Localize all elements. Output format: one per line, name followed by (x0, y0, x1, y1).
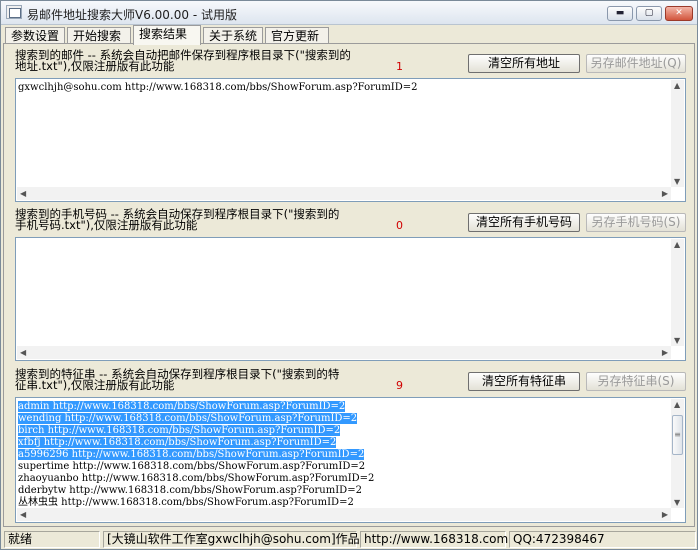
phone-label-line2: 手机号码.txt"),仅限注册版有此功能 (15, 218, 198, 232)
list-item[interactable]: birch http://www.168318.com/bbs/ShowForu… (18, 425, 374, 437)
list-item-text: xfbfj http://www.168318.com/bbs/ShowForu… (18, 437, 337, 448)
email-hscrollbar[interactable]: ◀ ▶ (17, 187, 671, 200)
feature-results-box[interactable]: admin http://www.168318.com/bbs/ShowForu… (15, 397, 686, 523)
scroll-left-icon[interactable]: ◀ (20, 348, 26, 357)
list-item[interactable]: supertime http://www.168318.com/bbs/Show… (18, 461, 374, 473)
email-vscrollbar[interactable]: ▲ ▼ (671, 80, 684, 187)
phone-count: 0 (396, 219, 403, 232)
feature-section-label: 搜索到的特征串 -- 系统会自动保存到程序根目录下("搜索到的特 征串.txt"… (15, 368, 339, 392)
scroll-right-icon[interactable]: ▶ (662, 189, 668, 198)
feature-count: 9 (396, 379, 403, 392)
scroll-down-icon[interactable]: ▼ (674, 336, 680, 345)
maximize-button[interactable]: ▢ (636, 6, 662, 21)
close-button[interactable]: ✕ (665, 6, 693, 21)
status-state: 就绪 (4, 531, 100, 548)
email-list: gxwclhjh@sohu.com http://www.168318.com/… (18, 82, 418, 94)
email-results-box[interactable]: gxwclhjh@sohu.com http://www.168318.com/… (15, 78, 686, 202)
feature-label-line2: 征串.txt"),仅限注册版有此功能 (15, 378, 175, 392)
list-item-text: wending http://www.168318.com/bbs/ShowFo… (18, 413, 358, 424)
email-label-line2: 地址.txt"),仅限注册版有此功能 (15, 59, 175, 73)
save-phones-button[interactable]: 另存手机号码(S) (586, 213, 686, 232)
list-item[interactable]: wending http://www.168318.com/bbs/ShowFo… (18, 413, 374, 425)
minimize-button[interactable]: ▬ (607, 6, 633, 21)
tab-official-update[interactable]: 官方更新 (265, 27, 329, 44)
status-bar: 就绪 [大镜山软件工作室gxwclhjh@sohu.com]作品 http://… (2, 529, 698, 550)
scroll-left-icon[interactable]: ◀ (20, 510, 26, 519)
feature-list: admin http://www.168318.com/bbs/ShowForu… (18, 401, 374, 509)
tab-start-search[interactable]: 开始搜索 (67, 27, 131, 44)
window-title: 易邮件地址搜索大师V6.00.00 - 试用版 (27, 8, 237, 22)
status-website[interactable]: http://www.168318.com (360, 531, 508, 548)
list-item[interactable]: a5996296 http://www.168318.com/bbs/ShowF… (18, 449, 374, 461)
tab-bar: 参数设置 开始搜索 搜索结果 关于系统 官方更新 (3, 25, 697, 45)
phone-hscrollbar[interactable]: ◀ ▶ (17, 346, 671, 359)
list-item[interactable]: dderbytw http://www.168318.com/bbs/ShowF… (18, 485, 374, 497)
scroll-right-icon[interactable]: ▶ (662, 348, 668, 357)
save-features-button[interactable]: 另存特征串(S) (586, 372, 686, 391)
search-results-panel: 搜索到的邮件 -- 系统会自动把邮件保存到程序根目录下("搜索到的 地址.txt… (3, 43, 695, 527)
scroll-up-icon[interactable]: ▲ (674, 400, 680, 409)
title-bar[interactable]: 易邮件地址搜索大师V6.00.00 - 试用版 ▬ ▢ ✕ (1, 1, 697, 25)
status-author: [大镜山软件工作室gxwclhjh@sohu.com]作品 (103, 531, 360, 548)
phone-section-label: 搜索到的手机号码 -- 系统会自动保存到程序根目录下("搜索到的 手机号码.tx… (15, 208, 339, 232)
phone-vscrollbar[interactable]: ▲ ▼ (671, 239, 684, 346)
clear-emails-button[interactable]: 清空所有地址 (468, 54, 580, 73)
list-item-text: supertime http://www.168318.com/bbs/Show… (18, 461, 366, 472)
list-item-text: 丛林虫虫 http://www.168318.com/bbs/ShowForum… (18, 497, 354, 508)
app-icon (6, 5, 22, 19)
email-count: 1 (396, 60, 403, 73)
list-item[interactable]: admin http://www.168318.com/bbs/ShowForu… (18, 401, 374, 413)
feature-vscrollbar[interactable]: ▲ ≡ ▼ (671, 399, 684, 508)
scroll-up-icon[interactable]: ▲ (674, 81, 680, 90)
clear-features-button[interactable]: 清空所有特征串 (468, 372, 580, 391)
tab-parameters[interactable]: 参数设置 (5, 27, 65, 44)
scroll-right-icon[interactable]: ▶ (662, 510, 668, 519)
save-emails-button[interactable]: 另存邮件地址(Q) (586, 54, 686, 73)
list-item-text: birch http://www.168318.com/bbs/ShowForu… (18, 425, 341, 436)
tab-about[interactable]: 关于系统 (203, 27, 263, 44)
list-item-text: gxwclhjh@sohu.com http://www.168318.com/… (18, 82, 418, 93)
scroll-left-icon[interactable]: ◀ (20, 189, 26, 198)
list-item-text: a5996296 http://www.168318.com/bbs/ShowF… (18, 449, 365, 460)
email-section-label: 搜索到的邮件 -- 系统会自动把邮件保存到程序根目录下("搜索到的 地址.txt… (15, 49, 351, 73)
scroll-down-icon[interactable]: ▼ (674, 498, 680, 507)
scroll-down-icon[interactable]: ▼ (674, 177, 680, 186)
list-item[interactable]: xfbfj http://www.168318.com/bbs/ShowForu… (18, 437, 374, 449)
list-item[interactable]: zhaoyuanbo http://www.168318.com/bbs/Sho… (18, 473, 374, 485)
status-qq: QQ:472398467 (509, 531, 696, 548)
list-item-text: dderbytw http://www.168318.com/bbs/ShowF… (18, 485, 362, 496)
list-item[interactable]: gxwclhjh@sohu.com http://www.168318.com/… (18, 82, 418, 94)
scrollbar-thumb[interactable]: ≡ (672, 415, 683, 455)
list-item-text: zhaoyuanbo http://www.168318.com/bbs/Sho… (18, 473, 375, 484)
list-item-text: admin http://www.168318.com/bbs/ShowForu… (18, 401, 346, 412)
feature-hscrollbar[interactable]: ◀ ▶ (17, 508, 671, 521)
tab-search-results[interactable]: 搜索结果 (133, 25, 201, 45)
phone-results-box[interactable]: ▲ ▼ ◀ ▶ (15, 237, 686, 361)
app-window: 易邮件地址搜索大师V6.00.00 - 试用版 ▬ ▢ ✕ 参数设置 开始搜索 … (0, 0, 698, 550)
clear-phones-button[interactable]: 清空所有手机号码 (468, 213, 580, 232)
scroll-up-icon[interactable]: ▲ (674, 240, 680, 249)
